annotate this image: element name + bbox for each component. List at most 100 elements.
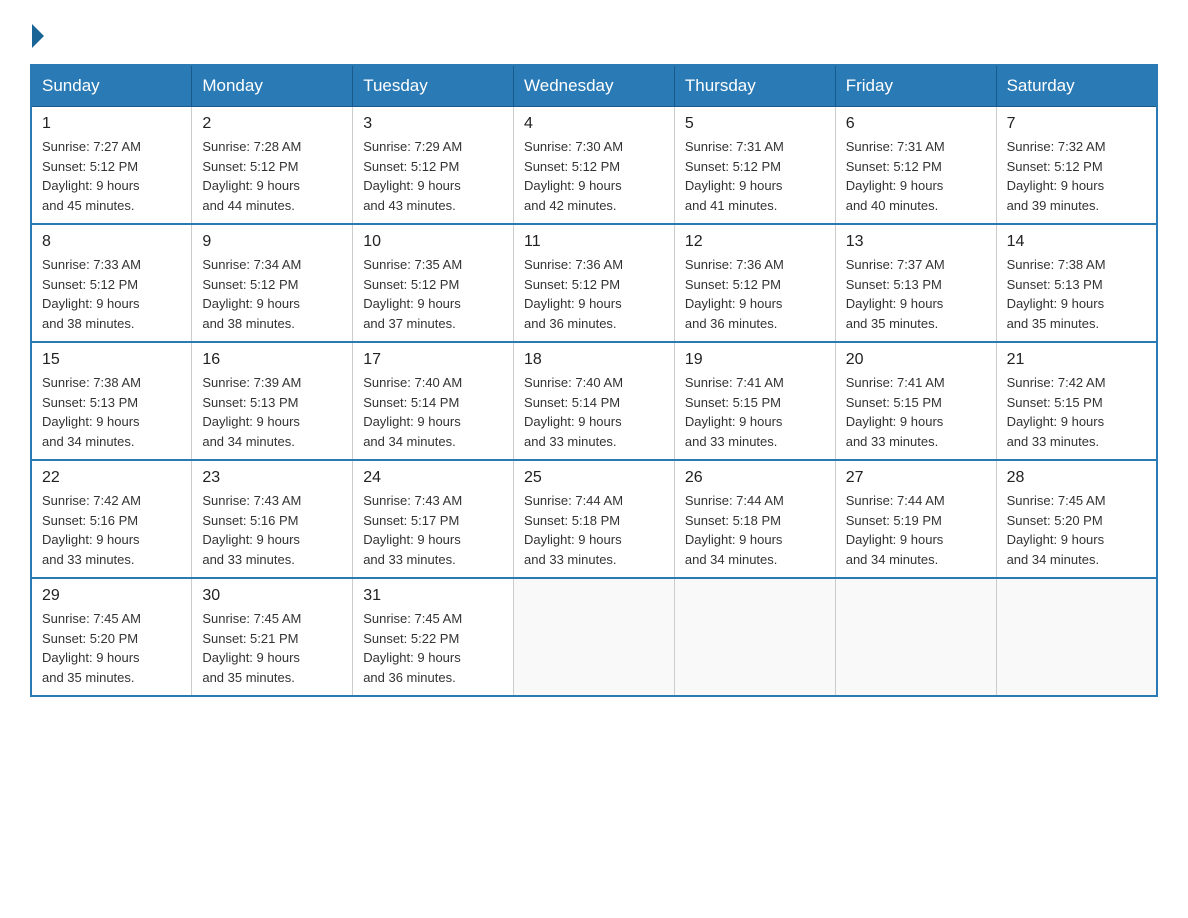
logo-arrow-icon (32, 24, 44, 48)
day-number: 9 (202, 233, 342, 251)
day-number: 12 (685, 233, 825, 251)
calendar-cell: 9 Sunrise: 7:34 AMSunset: 5:12 PMDaylight… (192, 224, 353, 342)
calendar-cell: 25 Sunrise: 7:44 AMSunset: 5:18 PMDayligh… (514, 460, 675, 578)
day-number: 19 (685, 351, 825, 369)
day-number: 14 (1007, 233, 1146, 251)
day-of-week-header: Wednesday (514, 65, 675, 107)
day-of-week-header: Thursday (674, 65, 835, 107)
day-number: 17 (363, 351, 503, 369)
day-number: 30 (202, 587, 342, 605)
day-info: Sunrise: 7:28 AMSunset: 5:12 PMDaylight:… (202, 137, 342, 215)
calendar-cell: 1Sunrise: 7:27 AMSunset: 5:12 PMDaylight… (31, 107, 192, 225)
calendar-table: SundayMondayTuesdayWednesdayThursdayFrid… (30, 64, 1158, 697)
day-info: Sunrise: 7:40 AMSunset: 5:14 PMDaylight:… (363, 373, 503, 451)
day-info: Sunrise: 7:45 AMSunset: 5:21 PMDaylight:… (202, 609, 342, 687)
day-number: 7 (1007, 115, 1146, 133)
day-number: 26 (685, 469, 825, 487)
day-info: Sunrise: 7:45 AMSunset: 5:20 PMDaylight:… (42, 609, 181, 687)
calendar-cell: 30 Sunrise: 7:45 AMSunset: 5:21 PMDayligh… (192, 578, 353, 696)
day-number: 15 (42, 351, 181, 369)
day-of-week-header: Tuesday (353, 65, 514, 107)
day-number: 24 (363, 469, 503, 487)
day-number: 22 (42, 469, 181, 487)
calendar-week-row: 22 Sunrise: 7:42 AMSunset: 5:16 PMDayligh… (31, 460, 1157, 578)
calendar-cell: 24 Sunrise: 7:43 AMSunset: 5:17 PMDayligh… (353, 460, 514, 578)
day-number: 31 (363, 587, 503, 605)
day-info: Sunrise: 7:42 AMSunset: 5:16 PMDaylight:… (42, 491, 181, 569)
day-info: Sunrise: 7:44 AMSunset: 5:18 PMDaylight:… (685, 491, 825, 569)
calendar-cell: 22 Sunrise: 7:42 AMSunset: 5:16 PMDayligh… (31, 460, 192, 578)
day-info: Sunrise: 7:36 AMSunset: 5:12 PMDaylight:… (524, 255, 664, 333)
calendar-cell: 5Sunrise: 7:31 AMSunset: 5:12 PMDaylight… (674, 107, 835, 225)
calendar-cell: 29Sunrise: 7:45 AMSunset: 5:20 PMDayligh… (31, 578, 192, 696)
day-number: 21 (1007, 351, 1146, 369)
day-info: Sunrise: 7:29 AMSunset: 5:12 PMDaylight:… (363, 137, 503, 215)
calendar-header-row: SundayMondayTuesdayWednesdayThursdayFrid… (31, 65, 1157, 107)
day-number: 13 (846, 233, 986, 251)
day-info: Sunrise: 7:31 AMSunset: 5:12 PMDaylight:… (846, 137, 986, 215)
day-info: Sunrise: 7:39 AMSunset: 5:13 PMDaylight:… (202, 373, 342, 451)
calendar-cell: 17 Sunrise: 7:40 AMSunset: 5:14 PMDayligh… (353, 342, 514, 460)
day-info: Sunrise: 7:45 AMSunset: 5:22 PMDaylight:… (363, 609, 503, 687)
day-number: 28 (1007, 469, 1146, 487)
day-number: 4 (524, 115, 664, 133)
calendar-cell: 15 Sunrise: 7:38 AMSunset: 5:13 PMDayligh… (31, 342, 192, 460)
day-info: Sunrise: 7:33 AMSunset: 5:12 PMDaylight:… (42, 255, 181, 333)
calendar-week-row: 1Sunrise: 7:27 AMSunset: 5:12 PMDaylight… (31, 107, 1157, 225)
day-info: Sunrise: 7:45 AMSunset: 5:20 PMDaylight:… (1007, 491, 1146, 569)
day-info: Sunrise: 7:34 AMSunset: 5:12 PMDaylight:… (202, 255, 342, 333)
calendar-cell: 6Sunrise: 7:31 AMSunset: 5:12 PMDaylight… (835, 107, 996, 225)
day-info: Sunrise: 7:30 AMSunset: 5:12 PMDaylight:… (524, 137, 664, 215)
day-number: 3 (363, 115, 503, 133)
calendar-cell (674, 578, 835, 696)
day-info: Sunrise: 7:35 AMSunset: 5:12 PMDaylight:… (363, 255, 503, 333)
day-of-week-header: Sunday (31, 65, 192, 107)
day-info: Sunrise: 7:31 AMSunset: 5:12 PMDaylight:… (685, 137, 825, 215)
day-number: 20 (846, 351, 986, 369)
day-info: Sunrise: 7:43 AMSunset: 5:17 PMDaylight:… (363, 491, 503, 569)
day-info: Sunrise: 7:37 AMSunset: 5:13 PMDaylight:… (846, 255, 986, 333)
day-number: 16 (202, 351, 342, 369)
day-number: 23 (202, 469, 342, 487)
calendar-week-row: 8 Sunrise: 7:33 AMSunset: 5:12 PMDaylight… (31, 224, 1157, 342)
day-number: 25 (524, 469, 664, 487)
logo (30, 20, 44, 44)
calendar-cell: 12 Sunrise: 7:36 AMSunset: 5:12 PMDayligh… (674, 224, 835, 342)
day-info: Sunrise: 7:41 AMSunset: 5:15 PMDaylight:… (846, 373, 986, 451)
calendar-cell: 18Sunrise: 7:40 AMSunset: 5:14 PMDayligh… (514, 342, 675, 460)
calendar-cell: 23 Sunrise: 7:43 AMSunset: 5:16 PMDayligh… (192, 460, 353, 578)
calendar-cell: 4 Sunrise: 7:30 AMSunset: 5:12 PMDaylight… (514, 107, 675, 225)
day-info: Sunrise: 7:38 AMSunset: 5:13 PMDaylight:… (1007, 255, 1146, 333)
day-info: Sunrise: 7:43 AMSunset: 5:16 PMDaylight:… (202, 491, 342, 569)
calendar-cell: 2 Sunrise: 7:28 AMSunset: 5:12 PMDaylight… (192, 107, 353, 225)
day-info: Sunrise: 7:36 AMSunset: 5:12 PMDaylight:… (685, 255, 825, 333)
calendar-cell: 8 Sunrise: 7:33 AMSunset: 5:12 PMDaylight… (31, 224, 192, 342)
day-info: Sunrise: 7:44 AMSunset: 5:19 PMDaylight:… (846, 491, 986, 569)
calendar-cell: 3 Sunrise: 7:29 AMSunset: 5:12 PMDaylight… (353, 107, 514, 225)
calendar-cell: 20 Sunrise: 7:41 AMSunset: 5:15 PMDayligh… (835, 342, 996, 460)
day-info: Sunrise: 7:44 AMSunset: 5:18 PMDaylight:… (524, 491, 664, 569)
page-header (30, 20, 1158, 44)
day-of-week-header: Monday (192, 65, 353, 107)
calendar-cell: 7Sunrise: 7:32 AMSunset: 5:12 PMDaylight… (996, 107, 1157, 225)
calendar-cell: 31 Sunrise: 7:45 AMSunset: 5:22 PMDayligh… (353, 578, 514, 696)
day-number: 2 (202, 115, 342, 133)
calendar-cell (996, 578, 1157, 696)
day-number: 1 (42, 115, 181, 133)
day-number: 8 (42, 233, 181, 251)
calendar-cell (514, 578, 675, 696)
calendar-cell: 10Sunrise: 7:35 AMSunset: 5:12 PMDayligh… (353, 224, 514, 342)
calendar-cell (835, 578, 996, 696)
calendar-cell: 19 Sunrise: 7:41 AMSunset: 5:15 PMDayligh… (674, 342, 835, 460)
calendar-cell: 11 Sunrise: 7:36 AMSunset: 5:12 PMDayligh… (514, 224, 675, 342)
calendar-cell: 28 Sunrise: 7:45 AMSunset: 5:20 PMDayligh… (996, 460, 1157, 578)
calendar-week-row: 29Sunrise: 7:45 AMSunset: 5:20 PMDayligh… (31, 578, 1157, 696)
calendar-cell: 14 Sunrise: 7:38 AMSunset: 5:13 PMDayligh… (996, 224, 1157, 342)
day-info: Sunrise: 7:41 AMSunset: 5:15 PMDaylight:… (685, 373, 825, 451)
day-number: 27 (846, 469, 986, 487)
day-info: Sunrise: 7:40 AMSunset: 5:14 PMDaylight:… (524, 373, 664, 451)
calendar-cell: 21Sunrise: 7:42 AMSunset: 5:15 PMDayligh… (996, 342, 1157, 460)
day-info: Sunrise: 7:38 AMSunset: 5:13 PMDaylight:… (42, 373, 181, 451)
day-number: 11 (524, 233, 664, 251)
calendar-cell: 27 Sunrise: 7:44 AMSunset: 5:19 PMDayligh… (835, 460, 996, 578)
